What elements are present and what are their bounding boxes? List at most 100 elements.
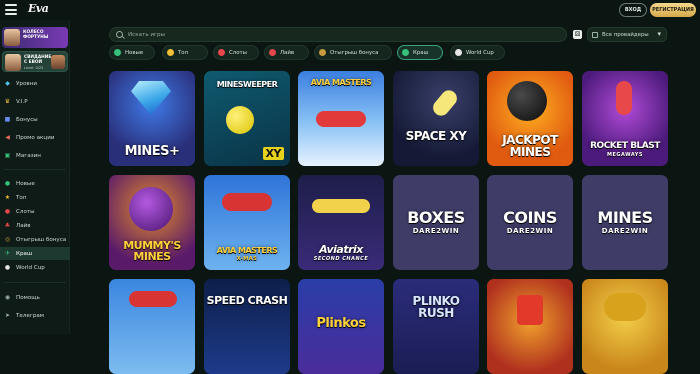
providers-dropdown[interactable]: Все провайдеры ▾: [587, 27, 667, 42]
sidebar-item-world-cup[interactable]: ● World Cup: [0, 261, 70, 274]
game-tile[interactable]: JACKPOT MINES: [487, 71, 573, 166]
sidebar-item-new[interactable]: ● Новые: [0, 177, 70, 190]
bomb-image: [226, 106, 254, 134]
sidebar-item-label: V.I.P: [16, 98, 28, 105]
plane-image: [316, 111, 366, 127]
game-tile[interactable]: ROCKET BLAST MEGAWAYS: [582, 71, 668, 166]
game-title-text: BOXES: [407, 208, 465, 227]
new-icon: [114, 49, 121, 56]
game-tile[interactable]: Aviatrix SECOND CHANCE: [298, 175, 384, 270]
chip-bonus-wagering[interactable]: Отыгрыш бонуса: [314, 45, 392, 60]
login-button[interactable]: ВХОД: [619, 3, 647, 17]
sidebar-item-shop[interactable]: ▣ Магазин: [0, 149, 70, 162]
sidebar-item-vip[interactable]: ♛ V.I.P: [0, 95, 70, 108]
sidebar-item-crash[interactable]: ✈ Краш: [0, 247, 70, 260]
sidebar-item-promotions[interactable]: ◀ Промо акции: [0, 131, 70, 144]
new-icon: ●: [4, 180, 11, 187]
game-tile[interactable]: MINES+: [109, 71, 195, 166]
game-title: Plinkos: [316, 316, 366, 331]
game-tile[interactable]: MINESWEEPER XY: [204, 71, 290, 166]
game-subtitle: SECOND CHANCE: [313, 256, 369, 262]
seven-image: [517, 295, 543, 325]
game-tile[interactable]: [582, 279, 668, 374]
game-subtitle: DARE2WIN: [601, 227, 649, 235]
search-input[interactable]: Искать игры: [109, 27, 567, 42]
game-title: MINES+: [124, 144, 180, 159]
sidebar-item-levels[interactable]: ◆ Уровни: [0, 77, 70, 90]
promo-meet-label: СВИДАНИЕ С ЕВОЙ: [24, 55, 52, 65]
diamond-icon: ◆: [5, 80, 10, 87]
game-tile[interactable]: COINS DARE2WIN: [487, 175, 573, 270]
sidebar-item-label: Магазин: [16, 152, 41, 159]
frog-image: [604, 293, 646, 321]
sidebar-item-bonus-wagering[interactable]: ◎ Отыгрыш бонуса: [0, 233, 70, 246]
ball-icon: ●: [4, 264, 11, 271]
chip-label: Лайв: [280, 49, 295, 56]
plane-image: [129, 291, 177, 307]
game-tile[interactable]: AVIA MASTERS X-MAS: [204, 175, 290, 270]
bonus-icon: ◎: [4, 236, 11, 243]
game-tile[interactable]: PLINKO RUSH: [393, 279, 479, 374]
game-tile[interactable]: AVIA MASTERS: [298, 71, 384, 166]
game-title: AVIA MASTERS: [310, 78, 372, 87]
chip-label: Краш: [413, 49, 429, 56]
game-tile[interactable]: Plinkos: [298, 279, 384, 374]
game-subtitle: XY: [262, 147, 284, 160]
avatar: [4, 29, 20, 46]
game-tile[interactable]: BOXES DARE2WIN: [393, 175, 479, 270]
promo-wheel-label: КОЛЕСО ФОРТУНЫ: [23, 30, 49, 40]
promo-wheel-card[interactable]: КОЛЕСО ФОРТУНЫ: [2, 27, 68, 48]
game-tile[interactable]: SPEED CRASH: [204, 279, 290, 374]
game-title: ROCKET BLAST MEGAWAYS: [590, 142, 660, 158]
game-title: JACKPOT MINES: [502, 133, 558, 159]
slots-icon: [218, 49, 225, 56]
game-subtitle: X-MAS: [236, 256, 258, 262]
avatar: [51, 55, 65, 69]
sidebar-item-bonuses[interactable]: ■ Бонусы: [0, 113, 70, 126]
sidebar-item-label: Уровни: [16, 80, 37, 87]
logo[interactable]: Eva: [28, 2, 49, 15]
sidebar-item-live[interactable]: ♣ Лайв: [0, 219, 70, 232]
chevron-down-icon: ▾: [657, 30, 661, 38]
chip-slots[interactable]: Слоты: [213, 45, 259, 60]
chip-label: World Cup: [466, 49, 494, 56]
chip-world-cup[interactable]: World Cup: [450, 45, 505, 60]
game-tile[interactable]: MUMMY'S MINES: [109, 175, 195, 270]
providers-label: Все провайдеры: [602, 31, 649, 38]
star-icon: [167, 49, 174, 56]
sidebar-item-slots[interactable]: ● Слоты: [0, 205, 70, 218]
bomb-image: [129, 187, 173, 231]
chip-live[interactable]: Лайв: [264, 45, 309, 60]
game-subtitle: DARE2WIN: [412, 227, 460, 235]
chip-label: Топ: [178, 49, 189, 56]
megaphone-icon: ◀: [5, 134, 10, 141]
chip-crash[interactable]: Краш: [397, 45, 443, 60]
crown-icon: ♛: [4, 98, 11, 105]
promo-level: Level: 0/25: [24, 66, 44, 70]
live-icon: [269, 49, 276, 56]
game-tile[interactable]: [109, 279, 195, 374]
plane-image: [312, 199, 370, 213]
chip-label: Слоты: [229, 49, 247, 56]
promo-meet-card[interactable]: СВИДАНИЕ С ЕВОЙ Level: 0/25: [2, 51, 68, 72]
sidebar-item-telegram[interactable]: ➤ Телеграм: [0, 309, 70, 322]
game-title-text: AVIA MASTERS: [216, 246, 278, 255]
top-bar: Eva ВХОД РЕГИСТРАЦИЯ: [0, 0, 700, 20]
live-icon: ♣: [4, 222, 11, 229]
sidebar-item-label: Бонусы: [16, 116, 38, 123]
chip-label: Отыгрыш бонуса: [330, 49, 379, 56]
menu-icon[interactable]: [5, 4, 17, 15]
dice-icon[interactable]: ⚄: [573, 30, 582, 39]
plane-icon: [402, 49, 409, 56]
sidebar-item-top[interactable]: ★ Топ: [0, 191, 70, 204]
register-button[interactable]: РЕГИСТРАЦИЯ: [650, 3, 696, 17]
sidebar-item-label: Промо акции: [16, 134, 55, 141]
game-tile[interactable]: MINES DARE2WIN: [582, 175, 668, 270]
chip-new[interactable]: Новые: [109, 45, 155, 60]
game-subtitle: DARE2WIN: [506, 227, 554, 235]
sidebar-item-help[interactable]: ◉ Помощь: [0, 291, 70, 304]
game-tile[interactable]: SPACE XY: [393, 71, 479, 166]
rocket-image: [616, 81, 632, 115]
game-tile[interactable]: [487, 279, 573, 374]
chip-top[interactable]: Топ: [162, 45, 208, 60]
